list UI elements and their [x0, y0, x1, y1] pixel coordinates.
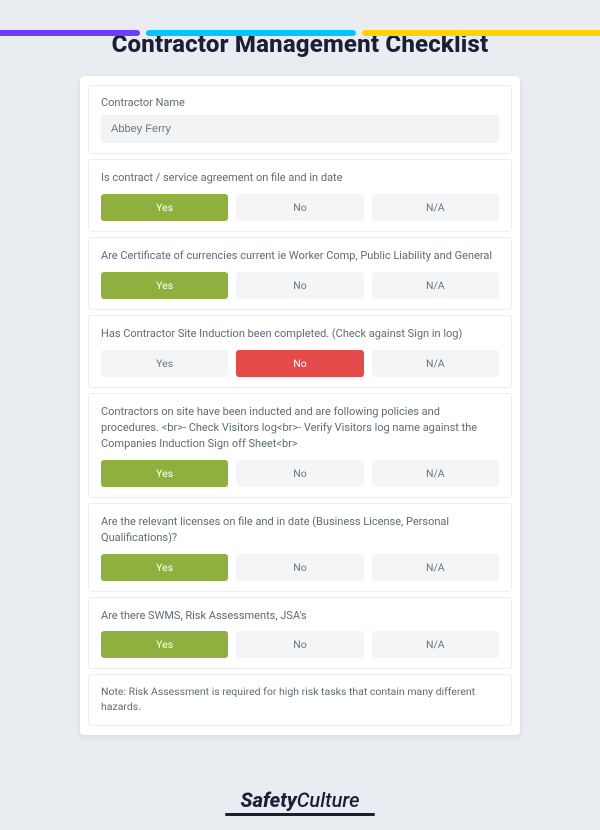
- option-no[interactable]: No: [236, 460, 363, 487]
- option-row: Yes No N/A: [101, 350, 499, 377]
- contractor-name-card: Contractor Name: [88, 85, 512, 154]
- option-yes[interactable]: Yes: [101, 194, 228, 221]
- option-no[interactable]: No: [236, 350, 363, 377]
- option-na[interactable]: N/A: [372, 350, 499, 377]
- option-na[interactable]: N/A: [372, 272, 499, 299]
- note-text: Note: Risk Assessment is required for hi…: [101, 685, 499, 714]
- brand-light: Culture: [297, 788, 360, 812]
- option-yes[interactable]: Yes: [101, 460, 228, 487]
- option-no[interactable]: No: [236, 554, 363, 581]
- option-row: Yes No N/A: [101, 194, 499, 221]
- brand-bold: Safety: [241, 788, 297, 812]
- question-text: Are Certificate of currencies current ie…: [101, 248, 499, 264]
- option-row: Yes No N/A: [101, 631, 499, 658]
- checklist-sheet: Contractor Name Is contract / service ag…: [80, 76, 520, 735]
- note-card: Note: Risk Assessment is required for hi…: [88, 674, 512, 725]
- question-text: Contractors on site have been inducted a…: [101, 404, 499, 452]
- contractor-name-label: Contractor Name: [101, 96, 499, 109]
- option-yes[interactable]: Yes: [101, 350, 228, 377]
- option-row: Yes No N/A: [101, 272, 499, 299]
- accent-bar: [0, 30, 600, 36]
- option-row: Yes No N/A: [101, 460, 499, 487]
- contractor-name-input[interactable]: [101, 115, 499, 143]
- question-card: Are there SWMS, Risk Assessments, JSA's …: [88, 597, 512, 670]
- question-card: Are the relevant licenses on file and in…: [88, 503, 512, 592]
- question-text: Are there SWMS, Risk Assessments, JSA's: [101, 608, 499, 624]
- question-text: Has Contractor Site Induction been compl…: [101, 326, 499, 342]
- question-card: Contractors on site have been inducted a…: [88, 393, 512, 498]
- brand-underline: [225, 813, 375, 816]
- option-na[interactable]: N/A: [372, 460, 499, 487]
- question-text: Is contract / service agreement on file …: [101, 170, 499, 186]
- option-no[interactable]: No: [236, 194, 363, 221]
- question-card: Has Contractor Site Induction been compl…: [88, 315, 512, 388]
- option-na[interactable]: N/A: [372, 194, 499, 221]
- brand-logo: SafetyCulture: [0, 788, 600, 816]
- option-yes[interactable]: Yes: [101, 272, 228, 299]
- question-card: Is contract / service agreement on file …: [88, 159, 512, 232]
- question-card: Are Certificate of currencies current ie…: [88, 237, 512, 310]
- question-text: Are the relevant licenses on file and in…: [101, 514, 499, 546]
- option-na[interactable]: N/A: [372, 631, 499, 658]
- option-yes[interactable]: Yes: [101, 554, 228, 581]
- option-no[interactable]: No: [236, 272, 363, 299]
- option-na[interactable]: N/A: [372, 554, 499, 581]
- option-row: Yes No N/A: [101, 554, 499, 581]
- option-no[interactable]: No: [236, 631, 363, 658]
- option-yes[interactable]: Yes: [101, 631, 228, 658]
